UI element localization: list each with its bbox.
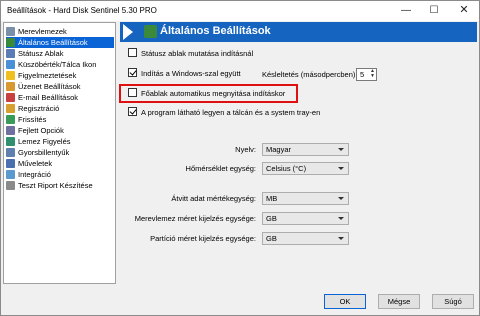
temperature-label: Hőmérséklet egység:: [185, 164, 256, 173]
settings-sidebar: Merevlemezek Általános Beállítások Státu…: [3, 22, 116, 284]
email-icon: [6, 93, 15, 102]
maximize-button[interactable]: ☐: [421, 1, 447, 21]
chevron-down-icon: [338, 237, 344, 240]
delay-label: Késleltetés (másodpercben):: [262, 70, 358, 79]
monitor-icon: [6, 137, 15, 146]
transfer-unit-label: Átvitt adat mértékegység:: [171, 194, 256, 203]
sidebar-item-frissites[interactable]: Frissítés: [6, 114, 114, 125]
ok-button[interactable]: OK: [324, 294, 366, 309]
hard-disk-icon: [6, 27, 15, 36]
highlight-box: [119, 84, 298, 103]
window-title: Beállítások - Hard Disk Sentinel 5.30 PR…: [7, 6, 157, 15]
settings-icon: [6, 38, 15, 47]
minimize-button[interactable]: —: [393, 1, 419, 21]
sidebar-item-uzenet[interactable]: Üzenet Beállítások: [6, 81, 114, 92]
sidebar-item-gyorsbillentyuk[interactable]: Gyorsbillentyűk: [6, 147, 114, 158]
start-with-windows-option[interactable]: Indítás a Windows-szal együtt: [128, 68, 241, 80]
sidebar-item-lemez-figyeles[interactable]: Lemez Figyelés: [6, 136, 114, 147]
panel-header: Általános Beállítások: [120, 22, 477, 42]
sidebar-item-kuszob[interactable]: Küszöbérték/Tálca Ikon: [6, 59, 114, 70]
status-window-checkbox[interactable]: [128, 48, 137, 57]
settings-icon: [144, 25, 157, 38]
tray-icon: [6, 60, 15, 69]
cancel-button[interactable]: Mégse: [378, 294, 420, 309]
message-icon: [6, 82, 15, 91]
spin-arrows-icon[interactable]: ▲ ▼: [369, 69, 376, 80]
key-icon: [6, 104, 15, 113]
panel-title: Általános Beállítások: [160, 25, 271, 37]
start-with-windows-checkbox[interactable]: [128, 68, 137, 77]
sidebar-item-teszt-riport[interactable]: Teszt Riport Készítése: [6, 180, 114, 191]
partition-size-unit-label: Partíció méret kijelzés egysége:: [150, 234, 256, 243]
window-icon: [6, 49, 15, 58]
sidebar-item-email[interactable]: E-mail Beállítások: [6, 92, 114, 103]
settings-window: Beállítások - Hard Disk Sentinel 5.30 PR…: [0, 0, 480, 316]
warning-icon: [6, 71, 15, 80]
sidebar-item-statusz[interactable]: Státusz Ablak: [6, 48, 114, 59]
title-bar: Beállítások - Hard Disk Sentinel 5.30 PR…: [1, 1, 479, 21]
sidebar-item-regisztracio[interactable]: Regisztráció: [6, 103, 114, 114]
language-select[interactable]: Magyar: [262, 143, 349, 156]
sidebar-item-fejlett[interactable]: Fejlett Opciók: [6, 125, 114, 136]
sidebar-item-altalanos[interactable]: Általános Beállítások: [6, 37, 114, 48]
help-button[interactable]: Súgó: [432, 294, 474, 309]
refresh-icon: [6, 115, 15, 124]
close-button[interactable]: ✕: [449, 1, 479, 21]
status-window-option[interactable]: Státusz ablak mutatása indításnál: [128, 48, 253, 60]
chevron-down-icon: [338, 217, 344, 220]
temperature-select[interactable]: Celsius (°C): [262, 162, 349, 175]
actions-icon: [6, 159, 15, 168]
header-arrow-icon: [123, 24, 133, 40]
delay-spinbox[interactable]: 5 ▲ ▼: [356, 68, 377, 81]
transfer-unit-select[interactable]: MB: [262, 192, 349, 205]
advanced-icon: [6, 126, 15, 135]
tray-visible-option[interactable]: A program látható legyen a tálcán és a s…: [128, 107, 320, 119]
sidebar-item-muveletek[interactable]: Műveletek: [6, 158, 114, 169]
keyboard-icon: [6, 148, 15, 157]
report-icon: [6, 181, 15, 190]
chevron-down-icon: [338, 167, 344, 170]
integration-icon: [6, 170, 15, 179]
chevron-down-icon: [338, 148, 344, 151]
language-label: Nyelv:: [235, 145, 256, 154]
chevron-down-icon: [338, 197, 344, 200]
disk-size-unit-label: Merevlemez méret kijelzés egysége:: [134, 214, 256, 223]
sidebar-item-figyelmeztetesek[interactable]: Figyelmeztetések: [6, 70, 114, 81]
tray-visible-checkbox[interactable]: [128, 107, 137, 116]
partition-size-unit-select[interactable]: GB: [262, 232, 349, 245]
sidebar-item-integracio[interactable]: Integráció: [6, 169, 114, 180]
sidebar-item-merevlemezek[interactable]: Merevlemezek: [6, 26, 114, 37]
delay-value: 5: [360, 70, 365, 79]
disk-size-unit-select[interactable]: GB: [262, 212, 349, 225]
